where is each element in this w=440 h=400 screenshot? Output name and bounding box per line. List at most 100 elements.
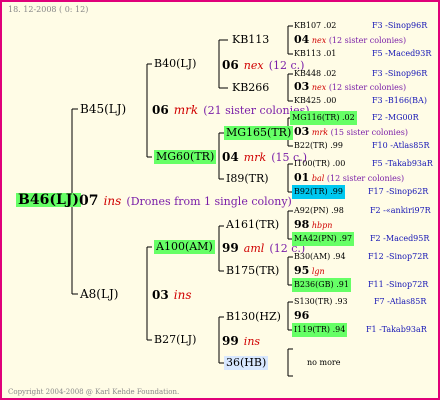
mg165-queen[interactable]: MG165(TR) bbox=[224, 126, 294, 140]
root-queen[interactable]: B46(LJ) bbox=[16, 193, 82, 207]
g4-name: KB113 bbox=[294, 49, 322, 58]
b40-info: 06 nex (12 c.) bbox=[222, 57, 304, 73]
g4-name: A92(PN) bbox=[294, 206, 329, 215]
g4-ancestor: F3 -Sinop96R bbox=[372, 69, 428, 78]
g4-row[interactable]: KB448 .02 bbox=[294, 67, 336, 81]
g4-val: .02 bbox=[323, 69, 337, 78]
mg60-queen[interactable]: MG60(TR) bbox=[154, 150, 217, 164]
b40-ins: nex bbox=[243, 59, 264, 72]
g4-ancestor: F7 -Atlas85R bbox=[374, 297, 427, 306]
g4-row[interactable]: B30(AM) .94 bbox=[294, 250, 346, 264]
g4-val: .93 bbox=[334, 297, 348, 306]
sire-queen[interactable]: B45(LJ) bbox=[80, 102, 126, 116]
a100-gen: 99 bbox=[222, 241, 239, 255]
g4-val: .99 bbox=[330, 141, 343, 150]
mg60-ins: mrk bbox=[243, 151, 267, 164]
g4-row[interactable]: B92(TR) .99 bbox=[292, 185, 345, 199]
g4-row[interactable]: S130(TR) .93 bbox=[294, 295, 348, 309]
b27-info: 99 ins bbox=[222, 333, 260, 349]
g4-val: .98 bbox=[331, 206, 344, 215]
sire-ins: mrk bbox=[173, 103, 199, 117]
g4-name: B236(GB) bbox=[294, 280, 334, 289]
dam-queen[interactable]: A8(LJ) bbox=[80, 287, 118, 301]
g4-mating: 03 mrk (15 sister colonies) bbox=[294, 125, 408, 140]
g4-ins: mrk bbox=[311, 128, 329, 137]
g4-name: I100(TR) bbox=[294, 159, 331, 168]
b27-gen: 99 bbox=[222, 334, 239, 348]
mg60-gen: 04 bbox=[222, 150, 239, 164]
g4-name: MA42(PN) bbox=[294, 234, 337, 243]
b175-queen[interactable]: B175(TR) bbox=[226, 264, 279, 278]
g4-row[interactable]: B236(GB) .91 bbox=[292, 278, 351, 292]
g4-ins: lgn bbox=[311, 267, 325, 276]
g4-row[interactable]: MG116(TR) .02 bbox=[290, 111, 357, 125]
b40-queen[interactable]: B40(LJ) bbox=[154, 57, 196, 71]
g4-val: .94 bbox=[332, 325, 346, 334]
b40-gen: 06 bbox=[222, 58, 239, 72]
footer-copyright: Copyright 2004-2008 @ Karl Kehde Foundat… bbox=[8, 388, 180, 396]
g4-name: I119(TR) bbox=[294, 325, 331, 334]
g4-ancestor: F3 -B166(BA) bbox=[372, 96, 427, 105]
g4-ins: nex bbox=[311, 83, 327, 92]
g4-row[interactable]: MA42(PN) .97 bbox=[292, 232, 355, 246]
g4-row[interactable]: A92(PN) .98 bbox=[294, 204, 344, 218]
g4-mating: 95 lgn bbox=[294, 264, 325, 279]
g4-ins: hbpn bbox=[311, 221, 333, 230]
g4-note: (15 sister colonies) bbox=[330, 128, 408, 137]
g4-row[interactable]: KB113 .01 bbox=[294, 47, 336, 61]
g4-ancestor: F3 -Sinop96R bbox=[372, 21, 428, 30]
g4-ancestor: F2 -Maced95R bbox=[370, 234, 430, 243]
g4-ancestor: F5 -Takab93aR bbox=[372, 159, 433, 168]
g4-ancestor: F2 -«ankiri97R bbox=[370, 206, 431, 215]
g4-row[interactable]: KB107 .02 bbox=[294, 19, 336, 33]
g4-name: KB448 bbox=[294, 69, 322, 78]
g4-ancestor: F5 -Maced93R bbox=[372, 49, 432, 58]
g4-val: .91 bbox=[336, 280, 349, 289]
g4-ancestor: F11 -Sinop72R bbox=[368, 280, 429, 289]
dam-gen: 03 bbox=[152, 288, 169, 302]
g4-val: .02 bbox=[342, 113, 355, 122]
g4-val: .01 bbox=[323, 49, 337, 58]
g4-gen: 96 bbox=[294, 309, 310, 322]
g4-gen: 03 bbox=[294, 125, 310, 138]
g4-gen: 01 bbox=[294, 171, 310, 184]
h36-queen[interactable]: 36(HB) bbox=[224, 356, 269, 370]
a100-queen[interactable]: A100(AM) bbox=[154, 240, 215, 254]
g4-name: KB107 bbox=[294, 21, 322, 30]
b27-queen[interactable]: B27(LJ) bbox=[154, 333, 196, 347]
g4-name: MG116(TR) bbox=[292, 113, 340, 122]
g4-ins: nex bbox=[311, 36, 327, 45]
g4-row[interactable]: I119(TR) .94 bbox=[292, 323, 348, 337]
g4-note: (12 sister colonies) bbox=[326, 174, 405, 183]
g4-ins: bal bbox=[311, 174, 325, 183]
g4-row[interactable]: I100(TR) .00 bbox=[294, 157, 345, 171]
g4-name: KB425 bbox=[294, 96, 322, 105]
a161-queen[interactable]: A161(TR) bbox=[226, 218, 279, 232]
i89-queen[interactable]: I89(TR) bbox=[226, 172, 269, 186]
g4-val: .02 bbox=[323, 21, 337, 30]
g4-gen: 98 bbox=[294, 218, 310, 231]
g4-gen: 03 bbox=[294, 80, 310, 93]
sire-gen: 06 bbox=[152, 103, 169, 117]
g4-row[interactable]: KB425 .00 bbox=[294, 94, 336, 108]
kb266-queen[interactable]: KB266 bbox=[232, 81, 269, 95]
g4-val: .99 bbox=[330, 187, 343, 196]
g4-mating: 04 nex (12 sister colonies) bbox=[294, 33, 406, 48]
g4-gen: 04 bbox=[294, 33, 310, 46]
g4-val: .97 bbox=[339, 234, 353, 243]
sire-info: 06 mrk (21 sister colonies) bbox=[152, 102, 310, 118]
g4-gen: 95 bbox=[294, 264, 310, 277]
root-info: 07 ins (Drones from 1 single colony) bbox=[79, 193, 292, 209]
kb113-queen[interactable]: KB113 bbox=[232, 33, 269, 47]
g4-note: (12 sister colonies) bbox=[328, 36, 407, 45]
g4-val: .94 bbox=[332, 252, 346, 261]
b130-queen[interactable]: B130(HZ) bbox=[226, 310, 281, 324]
g4-name: B22(TR) bbox=[294, 141, 328, 150]
g4-mating: 01 bal (12 sister colonies) bbox=[294, 171, 404, 186]
g4-mating: 98 hbpn bbox=[294, 218, 332, 233]
g4-row[interactable]: B22(TR) .99 bbox=[294, 139, 343, 153]
g4-ancestor: F12 -Sinop72R bbox=[368, 252, 429, 261]
g4-ancestor: F10 -Atlas85R bbox=[372, 141, 430, 150]
g4-val: .00 bbox=[323, 96, 337, 105]
g4-val: .00 bbox=[332, 159, 346, 168]
